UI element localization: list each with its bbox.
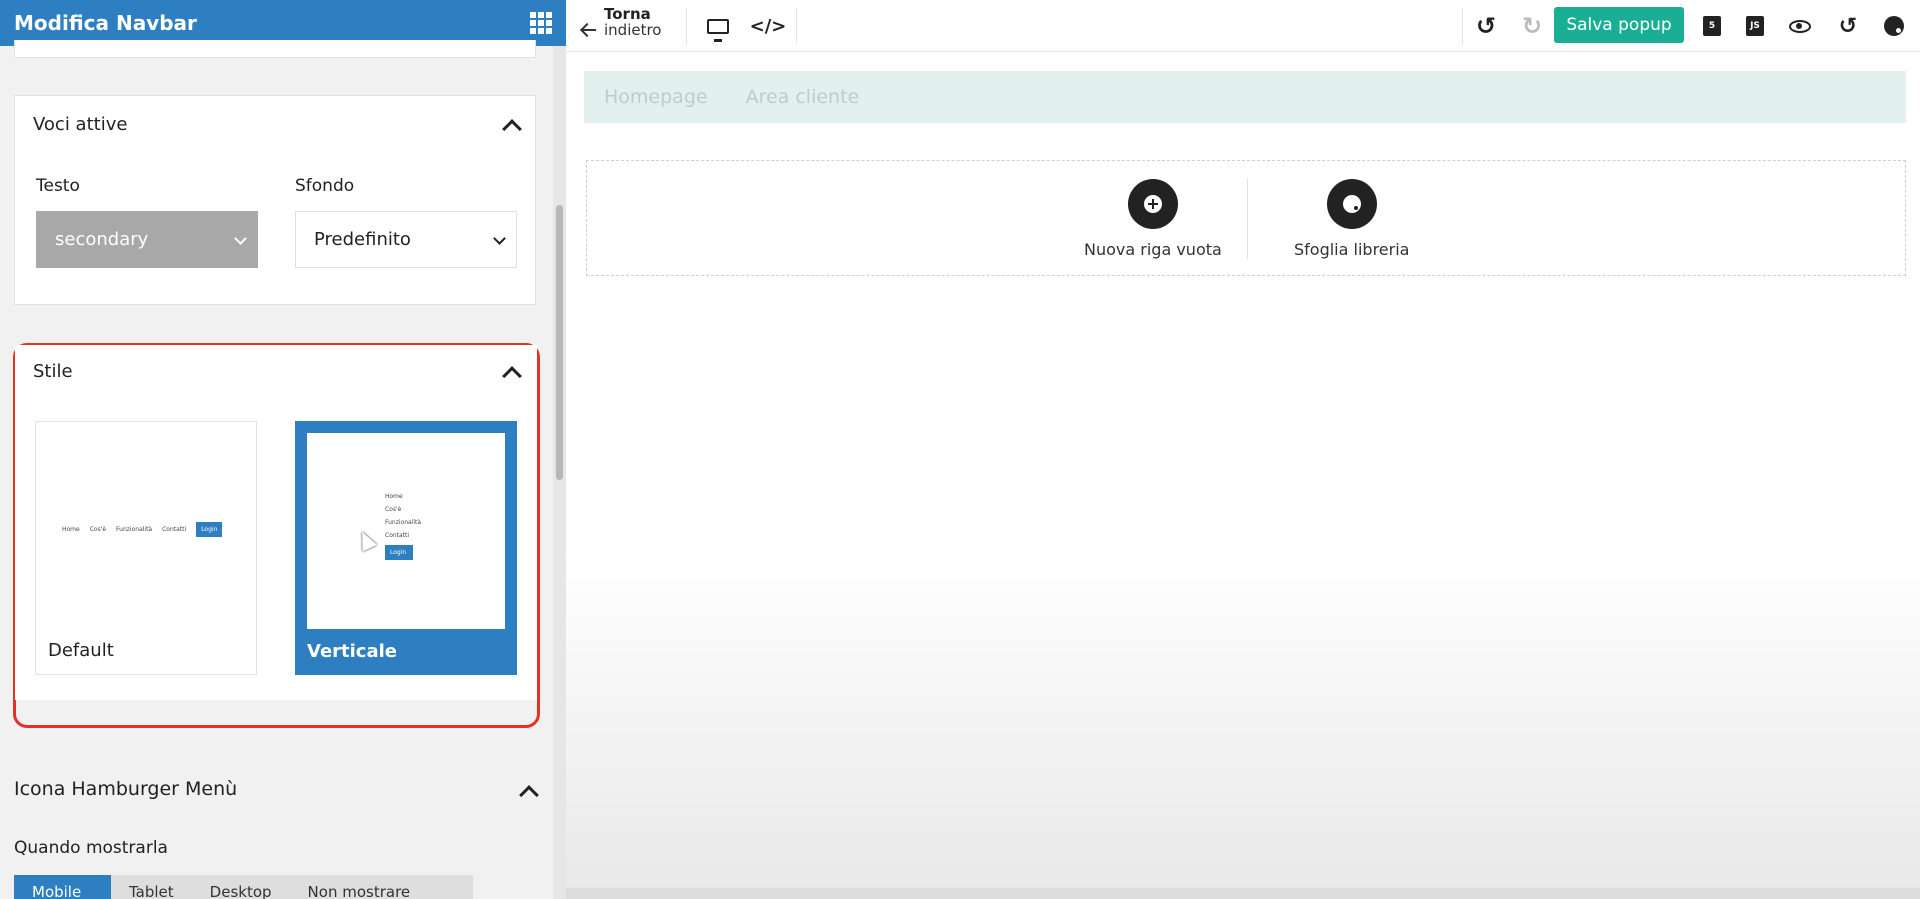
top-toolbar: Torna indietro </> ↺ ↻ Salva popup 5 JS …	[566, 0, 1920, 52]
nav-link-area-cliente[interactable]: Area cliente	[746, 86, 860, 108]
back-button-text: Torna indietro	[604, 6, 662, 38]
preview-nav-item: Home	[62, 526, 80, 533]
text-color-label: Testo	[36, 176, 80, 196]
new-empty-row-button[interactable]: Nuova riga vuota	[1084, 179, 1222, 259]
text-color-select-value: secondary	[55, 229, 149, 250]
add-circle-button[interactable]	[1127, 179, 1178, 229]
preview-frame: Home Cos'è Funzionalità Contatti Login	[307, 433, 505, 629]
undo-button[interactable]: ↺	[1472, 12, 1500, 40]
back-button[interactable]: Torna indietro	[582, 6, 662, 38]
preview-vertical-nav: Home Cos'è Funzionalità Contatti Login	[385, 493, 421, 560]
sidebar-scrollbar-thumb[interactable]	[556, 205, 563, 480]
active-items-panel: Voci attive Testo Sfondo secondary Prede…	[14, 95, 536, 305]
preview-button[interactable]	[1786, 12, 1814, 40]
preview-nav-item: Contatti	[385, 532, 410, 539]
preview-nav-item: Cos'è	[385, 506, 402, 513]
chevron-down-icon	[493, 232, 506, 245]
redo-icon: ↻	[1521, 12, 1543, 40]
css-editor-button[interactable]: 5	[1698, 12, 1726, 40]
canvas-bottom-scrollbar[interactable]	[566, 888, 1920, 899]
apps-grid-icon[interactable]	[530, 12, 552, 34]
background-color-label: Sfondo	[295, 176, 355, 196]
actions-divider	[1247, 179, 1248, 259]
device-mobile-button[interactable]: Mobile	[14, 875, 111, 899]
hamburger-icon-panel: Icona Hamburger Menù Quando mostrarla Mo…	[0, 762, 553, 899]
browse-library-label: Sfoglia libreria	[1294, 240, 1410, 259]
text-color-select[interactable]: secondary	[36, 211, 258, 268]
monitor-icon	[707, 18, 729, 42]
library-circle-button[interactable]	[1326, 179, 1377, 229]
toolbar-divider	[686, 8, 687, 44]
browse-library-button[interactable]: Sfoglia libreria	[1294, 179, 1409, 259]
preview-nav-item: Funzionalità	[385, 519, 422, 526]
css-icon: 5	[1703, 16, 1721, 36]
palette-icon	[1884, 16, 1904, 36]
device-none-button[interactable]: Non mostrare	[290, 875, 429, 899]
empty-row-placeholder: Nuova riga vuota Sfoglia libreria	[586, 160, 1906, 276]
palette-icon	[1342, 195, 1361, 213]
nav-link-homepage[interactable]: Homepage	[604, 86, 708, 108]
js-editor-button[interactable]: JS	[1741, 12, 1769, 40]
when-to-show-label: Quando mostrarla	[14, 838, 168, 858]
chevron-up-icon[interactable]	[502, 366, 522, 386]
arrow-left-icon	[582, 29, 596, 31]
eye-icon	[1789, 19, 1811, 33]
toolbar-divider	[1462, 8, 1463, 44]
desktop-view-button[interactable]	[704, 12, 732, 42]
style-card-vertical[interactable]: Home Cos'è Funzionalità Contatti Login V…	[295, 421, 517, 675]
back-button-line2: indietro	[604, 21, 662, 39]
preview-login-button: Login	[385, 545, 413, 560]
navbar-preview[interactable]: Homepage Area cliente	[584, 71, 1906, 123]
toolbar-divider	[796, 8, 797, 44]
plus-circle-icon	[1143, 195, 1162, 213]
chevron-down-icon	[234, 232, 247, 245]
new-empty-row-label: Nuova riga vuota	[1084, 240, 1222, 259]
back-button-line1: Torna	[604, 5, 651, 23]
redo-button[interactable]: ↻	[1518, 12, 1546, 40]
preview-horizontal-nav: Home Cos'è Funzionalità Contatti Login	[62, 522, 223, 537]
preview-nav-item: Cos'è	[89, 526, 107, 533]
undo-icon: ↺	[1475, 12, 1497, 40]
background-color-select[interactable]: Predefinito	[295, 211, 517, 268]
sidebar: Modifica Navbar Voci attive Testo Sfondo…	[0, 0, 566, 899]
background-color-select-value: Predefinito	[314, 229, 411, 250]
chevron-up-icon[interactable]	[502, 119, 522, 139]
active-items-heading: Voci attive	[33, 114, 128, 135]
code-view-button[interactable]: </>	[750, 12, 787, 40]
style-heading: Stile	[33, 361, 73, 382]
preview-nav-item: Funzionalità	[116, 526, 153, 533]
device-desktop-button[interactable]: Desktop	[192, 875, 290, 899]
history-button[interactable]: ↺	[1834, 12, 1862, 40]
previous-panel	[14, 40, 536, 58]
style-card-default[interactable]: Home Cos'è Funzionalità Contatti Login D…	[35, 421, 257, 675]
device-toggle-group: Mobile Tablet Desktop Non mostrare	[14, 875, 473, 899]
preview-nav-item: Home	[385, 493, 403, 500]
device-tablet-button[interactable]: Tablet	[111, 875, 192, 899]
sidebar-title: Modifica Navbar	[14, 11, 197, 35]
style-panel: Stile Home Cos'è Funzionalità Contatti L…	[15, 345, 537, 700]
hamburger-heading: Icona Hamburger Menù	[14, 778, 238, 800]
preview-login-button: Login	[196, 522, 223, 537]
style-card-label: Default	[48, 640, 114, 661]
preview-nav-item: Contatti	[162, 526, 187, 533]
save-popup-button[interactable]: Salva popup	[1554, 7, 1684, 43]
history-icon: ↺	[1838, 13, 1858, 39]
editor-canvas: Homepage Area cliente Nuova riga vuota S…	[566, 52, 1920, 888]
style-card-label: Verticale	[307, 641, 397, 662]
chevron-up-icon[interactable]	[519, 785, 539, 805]
js-icon: JS	[1746, 16, 1764, 36]
theme-button[interactable]	[1880, 12, 1908, 40]
code-icon: </>	[749, 15, 787, 37]
